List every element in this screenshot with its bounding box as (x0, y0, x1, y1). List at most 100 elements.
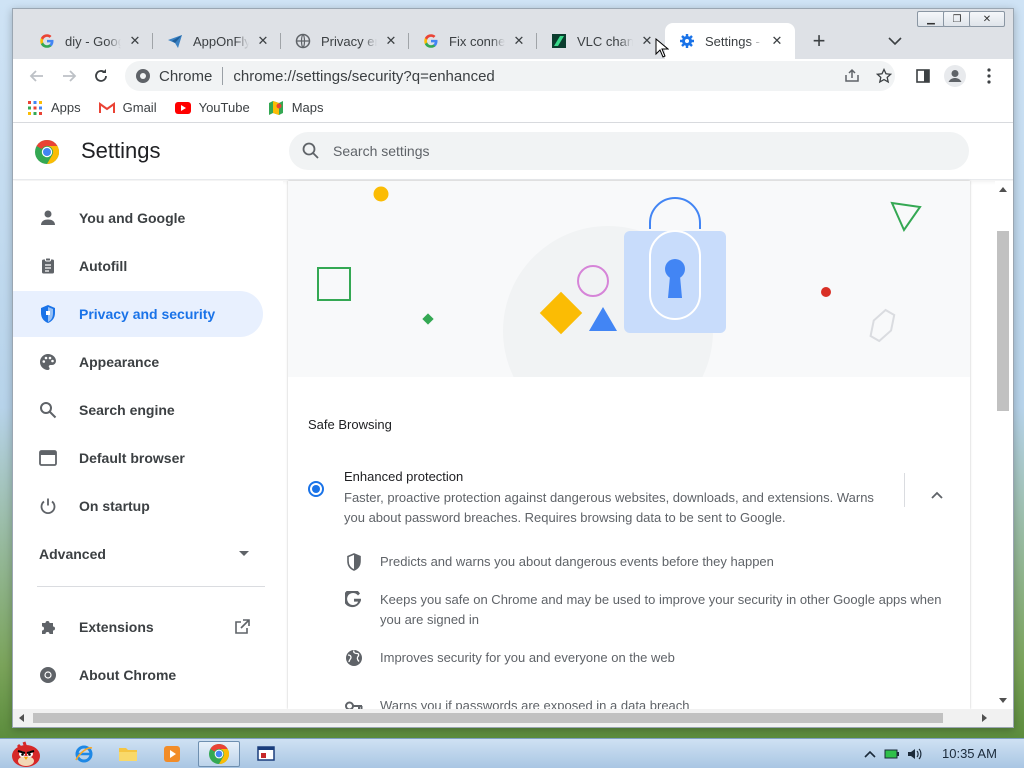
close-icon[interactable]: ✕ (255, 33, 271, 49)
google-g-icon (423, 33, 439, 49)
tab-vlc[interactable]: VLC chan b ✕ (537, 23, 665, 59)
bookmark-apps[interactable]: Apps (27, 100, 81, 116)
sidebar-item-appearance[interactable]: Appearance (13, 339, 263, 385)
feature-text: Keeps you safe on Chrome and may be used… (380, 592, 942, 627)
share-icon[interactable] (841, 65, 863, 87)
sidebar-item-default-browser[interactable]: Default browser (13, 435, 263, 481)
profile-button[interactable] (941, 62, 969, 90)
shield-half-icon (344, 552, 364, 572)
bookmark-star-icon[interactable] (873, 65, 895, 87)
bookmark-maps[interactable]: Maps (268, 100, 324, 116)
chevron-up-tray-icon[interactable] (862, 747, 878, 761)
media-player-icon (164, 746, 180, 762)
bookmark-gmail[interactable]: Gmail (98, 100, 157, 116)
battery-icon[interactable] (884, 747, 900, 761)
vlc-site-icon (551, 33, 567, 49)
close-icon[interactable]: ✕ (383, 33, 399, 49)
horizontal-scroll-thumb[interactable] (33, 713, 943, 723)
folder-icon (119, 748, 137, 761)
section-title-safe-browsing: Safe Browsing (308, 417, 392, 432)
address-bar[interactable]: Chrome chrome://settings/security?q=enha… (125, 61, 895, 91)
side-panel-icon (916, 69, 930, 83)
tab-fix-connection[interactable]: Fix connection ✕ (409, 23, 537, 59)
bookmark-label: Gmail (122, 100, 157, 115)
tab-google-search[interactable]: diy - Google ✕ (25, 23, 153, 59)
settings-sidebar: You and Google Autofill Privacy and secu… (13, 181, 283, 709)
feature-item: Predicts and warns you about dangerous e… (344, 552, 944, 572)
close-icon[interactable]: ✕ (511, 33, 527, 49)
bookmark-youtube[interactable]: YouTube (174, 100, 250, 116)
collapse-button[interactable] (925, 483, 949, 507)
sidebar-item-privacy-and-security[interactable]: Privacy and security (13, 291, 263, 337)
taskbar-app-window[interactable] (246, 741, 286, 767)
key-icon (344, 696, 364, 709)
sidebar-item-on-startup[interactable]: On startup (13, 483, 263, 529)
tab-apponfly[interactable]: AppOnFly ✕ (153, 23, 281, 59)
sidebar-item-label: Extensions (79, 619, 154, 635)
reload-icon (95, 69, 107, 82)
tab-label: VLC chan b (577, 33, 633, 49)
maximize-button[interactable]: ❐ (943, 11, 971, 27)
sidebar-advanced-label: Advanced (39, 546, 106, 562)
side-panel-button[interactable] (909, 62, 937, 90)
chrome-site-icon (135, 68, 151, 84)
start-button[interactable] (4, 741, 48, 767)
browser-toolbar: Chrome chrome://settings/security?q=enha… (13, 59, 1013, 93)
scroll-left-arrow-icon[interactable] (17, 712, 25, 724)
settings-search[interactable] (289, 132, 969, 170)
open-in-new-icon (231, 616, 253, 638)
enhanced-protection-description: Faster, proactive protection against dan… (344, 490, 874, 525)
taskbar-clock[interactable]: 10:35 AM (942, 746, 997, 761)
feature-item: Warns you if passwords are exposed in a … (344, 696, 944, 709)
scroll-up-arrow-icon[interactable] (997, 185, 1009, 193)
gmail-icon (98, 100, 115, 116)
globe-icon (295, 33, 311, 49)
tab-search-button[interactable] (881, 27, 909, 55)
mouse-cursor-icon (655, 38, 669, 58)
enhanced-protection-radio[interactable] (308, 481, 324, 497)
close-icon[interactable]: ✕ (769, 33, 785, 49)
taskbar-internet-explorer[interactable] (66, 741, 102, 767)
taskbar-media-player[interactable] (154, 741, 190, 767)
maps-icon (268, 100, 284, 116)
minimize-button[interactable]: ▁ (917, 11, 945, 27)
search-input[interactable] (333, 143, 933, 159)
sidebar-item-label: Appearance (79, 354, 160, 370)
close-icon[interactable]: ✕ (639, 33, 655, 49)
puzzle-icon (37, 616, 59, 638)
tab-privacy-error[interactable]: Privacy error ✕ (281, 23, 409, 59)
horizontal-scrollbar[interactable] (13, 709, 1013, 727)
window-close-button[interactable]: ✕ (969, 11, 1005, 27)
tab-label: AppOnFly (193, 33, 249, 49)
person-icon (37, 207, 59, 229)
taskbar-chrome[interactable] (198, 741, 240, 767)
sidebar-item-label: You and Google (79, 210, 186, 226)
bookmark-label: Maps (291, 100, 324, 115)
power-icon (37, 495, 59, 517)
forward-button[interactable] (55, 62, 83, 90)
new-tab-button[interactable]: + (805, 27, 833, 55)
vertical-scrollbar[interactable] (995, 181, 1013, 709)
chevron-down-icon (888, 37, 902, 46)
sidebar-item-you-and-google[interactable]: You and Google (13, 195, 263, 241)
vertical-scroll-thumb[interactable] (997, 231, 1009, 411)
speaker-icon[interactable] (906, 747, 922, 761)
taskbar-file-explorer[interactable] (110, 741, 146, 767)
url-text[interactable]: chrome://settings/security?q=enhanced (233, 68, 494, 85)
profile-avatar-icon (944, 65, 966, 87)
sidebar-advanced-toggle[interactable]: Advanced (13, 539, 263, 569)
scroll-down-arrow-icon[interactable] (997, 697, 1009, 705)
tab-settings[interactable]: Settings - S ✕ (665, 23, 795, 59)
back-button[interactable] (23, 62, 51, 90)
reload-button[interactable] (87, 62, 115, 90)
close-icon[interactable]: ✕ (127, 33, 143, 49)
shield-icon (37, 303, 59, 325)
sidebar-item-about-chrome[interactable]: About Chrome (13, 652, 263, 698)
sidebar-item-autofill[interactable]: Autofill (13, 243, 263, 289)
more-vertical-icon (987, 68, 991, 84)
scroll-right-arrow-icon[interactable] (981, 712, 989, 724)
sidebar-item-search-engine[interactable]: Search engine (13, 387, 263, 433)
menu-button[interactable] (975, 62, 1003, 90)
settings-content: Safe Browsing Enhanced protection Faster… (288, 181, 970, 709)
sidebar-item-extensions[interactable]: Extensions (13, 604, 263, 650)
